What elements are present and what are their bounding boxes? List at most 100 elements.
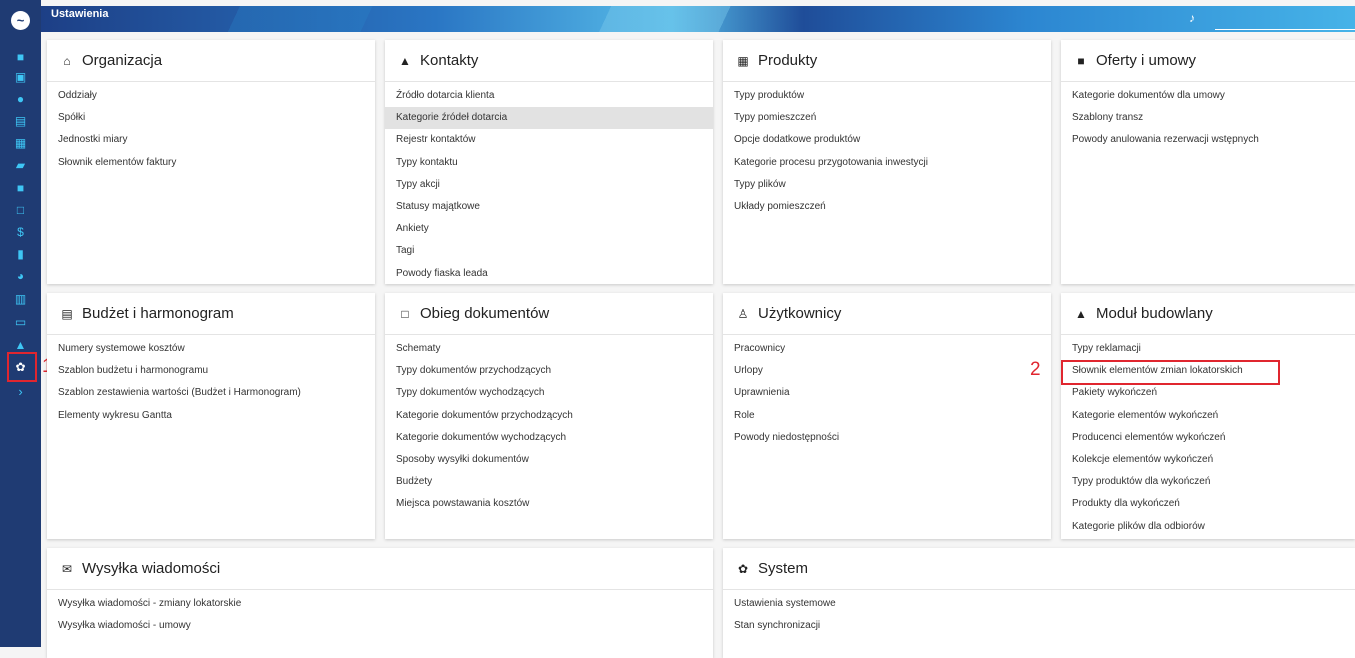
settings-link[interactable]: Wysyłka wiadomości - umowy <box>47 615 713 637</box>
card-header: ✿ System <box>723 548 1355 590</box>
settings-list: Pracownicy Urlopy Uprawnienia Role Powod… <box>723 338 1051 449</box>
settings-link[interactable]: Spółki <box>47 107 375 129</box>
settings-link[interactable]: Sposoby wysyłki dokumentów <box>385 449 713 471</box>
settings-link[interactable]: Elementy wykresu Gantta <box>47 405 375 427</box>
user-outline-icon: ♙ <box>737 306 749 321</box>
contacts-icon[interactable]: ● <box>11 91 30 107</box>
settings-list: Oddziały Spółki Jednostki miary Słownik … <box>47 85 375 174</box>
store-icon: ▦ <box>737 53 749 68</box>
card-title: Budżet i harmonogram <box>82 305 234 322</box>
settings-list: Źródło dotarcia klienta Kategorie źródeł… <box>385 85 713 284</box>
settings-link[interactable]: Pakiety wykończeń <box>1061 382 1355 404</box>
settings-list: Typy produktów Typy pomieszczeń Opcje do… <box>723 85 1051 218</box>
settings-link[interactable]: Kategorie plików dla odbiorów <box>1061 516 1355 538</box>
card-icon[interactable]: ▭ <box>11 314 30 330</box>
settings-link[interactable]: Kolekcje elementów wykończeń <box>1061 449 1355 471</box>
settings-link[interactable]: Schematy <box>385 338 713 360</box>
settings-link[interactable]: Typy plików <box>723 174 1051 196</box>
card-header: ▲ Moduł budowlany <box>1061 293 1355 335</box>
card-header: ▦ Produkty <box>723 40 1051 82</box>
settings-link[interactable]: Kategorie procesu przygotowania inwestyc… <box>723 152 1051 174</box>
mail-icon: ✉ <box>61 561 73 576</box>
settings-link[interactable]: Wysyłka wiadomości - zmiany lokatorskie <box>47 593 713 615</box>
settings-list: Ustawienia systemowe Stan synchronizacji <box>723 593 1355 637</box>
settings-list: Schematy Typy dokumentów przychodzących … <box>385 338 713 516</box>
settings-link[interactable]: Słownik elementów faktury <box>47 152 375 174</box>
settings-link[interactable]: Typy dokumentów wychodzących <box>385 382 713 404</box>
card-organizacja: ⌂ Organizacja Oddziały Spółki Jednostki … <box>47 40 375 284</box>
pie-chart-icon[interactable]: ◕ <box>11 268 30 284</box>
settings-link[interactable]: Ankiety <box>385 218 713 240</box>
settings-link[interactable]: Kategorie elementów wykończeń <box>1061 405 1355 427</box>
settings-link[interactable]: Urlopy <box>723 360 1051 382</box>
settings-link[interactable]: Jednostki miary <box>47 129 375 151</box>
inbox-icon: □ <box>401 306 409 321</box>
card-header: □ Obieg dokumentów <box>385 293 713 335</box>
settings-link[interactable]: Rejestr kontaktów <box>385 129 713 151</box>
settings-link[interactable]: Tagi <box>385 240 713 262</box>
calendar-icon[interactable]: ▣ <box>11 69 30 85</box>
settings-link[interactable]: Numery systemowe kosztów <box>47 338 375 360</box>
settings-link[interactable]: Statusy majątkowe <box>385 196 713 218</box>
user-menu-underline[interactable] <box>1215 29 1355 30</box>
building-icon[interactable]: ▤ <box>11 113 30 129</box>
settings-link[interactable]: Powody anulowania rezerwacji wstępnych <box>1061 129 1355 151</box>
card-header: ▤ Budżet i harmonogram <box>47 293 375 335</box>
settings-link[interactable]: Kategorie dokumentów dla umowy <box>1061 85 1355 107</box>
bell-icon[interactable]: ♪ <box>1189 11 1195 25</box>
settings-link[interactable]: Powody niedostępności <box>723 427 1051 449</box>
card-header: ♙ Użytkownicy <box>723 293 1051 335</box>
card-budzet: ▤ Budżet i harmonogram Numery systemowe … <box>47 293 375 539</box>
settings-link[interactable]: Produkty dla wykończeń <box>1061 493 1355 515</box>
card-header: ■ Oferty i umowy <box>1061 40 1355 82</box>
briefcase-icon[interactable]: ▰ <box>11 157 30 173</box>
card-header: ✉ Wysyłka wiadomości <box>47 548 713 590</box>
settings-link[interactable]: Źródło dotarcia klienta <box>385 85 713 107</box>
settings-link[interactable]: Budżety <box>385 471 713 493</box>
settings-link[interactable]: Ustawienia systemowe <box>723 593 1355 615</box>
card-header: ▲ Kontakty <box>385 40 713 82</box>
settings-link[interactable]: Role <box>723 405 1051 427</box>
card-title: Kontakty <box>420 52 479 69</box>
card-title: Moduł budowlany <box>1096 305 1213 322</box>
settings-link[interactable]: Stan synchronizacji <box>723 615 1355 637</box>
settings-link[interactable]: Uprawnienia <box>723 382 1051 404</box>
app-logo-icon[interactable]: ~ <box>11 11 30 30</box>
inbox-icon[interactable]: □ <box>11 202 30 218</box>
settings-link[interactable]: Kategorie dokumentów wychodzących <box>385 427 713 449</box>
dashboard-icon[interactable]: ■ <box>11 49 30 65</box>
settings-link[interactable]: Miejsca powstawania kosztów <box>385 493 713 515</box>
folder-icon[interactable]: ■ <box>11 180 30 196</box>
card-title: Organizacja <box>82 52 163 69</box>
settings-link[interactable]: Szablony transz <box>1061 107 1355 129</box>
settings-link[interactable]: Powody fiaska leada <box>385 263 713 285</box>
settings-link[interactable]: Producenci elementów wykończeń <box>1061 427 1355 449</box>
settings-link[interactable]: Typy produktów dla wykończeń <box>1061 471 1355 493</box>
sidebar: ~ ■ ▣ ● ▤ ▦ ▰ ■ □ $ ▮ ◕ ▥ ▭ ▲ ✿ › <box>0 0 41 647</box>
settings-link-selected[interactable]: Kategorie źródeł dotarcia <box>385 107 713 130</box>
home-icon: ⌂ <box>63 53 71 68</box>
warning-icon[interactable]: ▲ <box>11 337 30 353</box>
page-title: Ustawienia <box>51 8 109 20</box>
settings-link[interactable]: Typy dokumentów przychodzących <box>385 360 713 382</box>
settings-link[interactable]: Typy reklamacji <box>1061 338 1355 360</box>
settings-link[interactable]: Typy pomieszczeń <box>723 107 1051 129</box>
store-icon[interactable]: ▦ <box>11 135 30 151</box>
settings-link[interactable]: Układy pomieszczeń <box>723 196 1051 218</box>
dollar-icon[interactable]: $ <box>11 224 30 240</box>
settings-link[interactable]: Szablon zestawienia wartości (Budżet i H… <box>47 382 375 404</box>
card-title: Obieg dokumentów <box>420 305 550 322</box>
settings-link[interactable]: Szablon budżetu i harmonogramu <box>47 360 375 382</box>
settings-link[interactable]: Oddziały <box>47 85 375 107</box>
annotation-number-2: 2 <box>1030 359 1041 380</box>
gear-icon: ✿ <box>737 561 749 576</box>
document-icon[interactable]: ▮ <box>11 246 30 262</box>
settings-link[interactable]: Typy kontaktu <box>385 152 713 174</box>
chevron-right-icon[interactable]: › <box>11 384 30 400</box>
bar-chart-icon[interactable]: ▥ <box>11 291 30 307</box>
settings-link[interactable]: Kategorie dokumentów przychodzących <box>385 405 713 427</box>
settings-link[interactable]: Typy produktów <box>723 85 1051 107</box>
settings-link[interactable]: Typy akcji <box>385 174 713 196</box>
settings-link[interactable]: Opcje dodatkowe produktów <box>723 129 1051 151</box>
settings-link[interactable]: Pracownicy <box>723 338 1051 360</box>
